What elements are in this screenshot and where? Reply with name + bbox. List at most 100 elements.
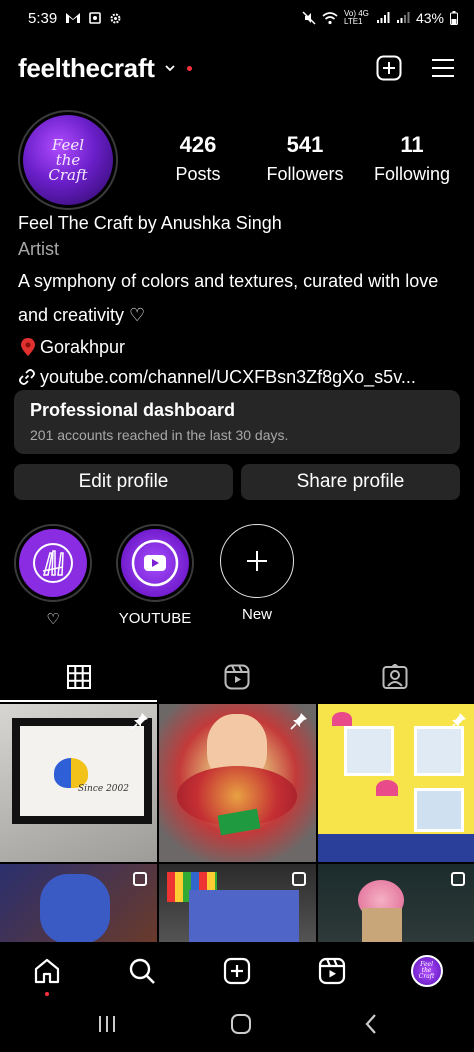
gmail-icon: [66, 13, 81, 23]
stat-posts[interactable]: 426 Posts: [150, 132, 246, 185]
nav-profile[interactable]: Feel the Craft: [410, 954, 444, 988]
share-profile-button[interactable]: Share profile: [241, 464, 460, 500]
battery-percent: 43%: [415, 10, 444, 26]
hamburger-menu-icon: [432, 59, 454, 77]
menu-button[interactable]: [430, 55, 456, 81]
settings-gear-icon: [110, 13, 121, 23]
profile-avatar-small: Feel the Craft: [410, 955, 443, 987]
highlight-cover: [19, 529, 87, 597]
profile-avatar[interactable]: Feel the Craft: [18, 110, 118, 210]
highlight-label: YOUTUBE: [118, 610, 192, 627]
stat-label: Following: [373, 164, 451, 184]
status-time: 5:39: [28, 9, 58, 27]
pin-icon: [131, 713, 148, 730]
status-right: Vo) 4G LTE1 43%: [302, 10, 458, 26]
post-thumbnail[interactable]: [159, 704, 316, 862]
story-highlights: ♡ YOUTUBE New: [14, 524, 296, 628]
home-icon: [35, 958, 60, 984]
wifi-icon: [322, 11, 338, 24]
back-chevron-icon: [365, 1013, 376, 1034]
post-thumbnail[interactable]: [0, 864, 157, 944]
tagged-person-icon: [382, 664, 408, 689]
post-thumbnail[interactable]: [159, 864, 316, 944]
dashboard-subtitle: 201 accounts reached in the last 30 days…: [30, 427, 289, 443]
nav-home[interactable]: [30, 954, 64, 996]
battery-icon: [450, 11, 458, 25]
new-highlight-button[interactable]: New: [218, 524, 296, 628]
nav-reels[interactable]: [315, 954, 349, 988]
frame-text: Since 2002: [78, 784, 129, 794]
highlight-cover: [121, 529, 189, 597]
status-left: 5:39: [28, 10, 122, 27]
painting-canvas: [189, 890, 299, 944]
mirror-tile: [414, 788, 464, 832]
stat-following[interactable]: 11 Following: [364, 132, 460, 185]
system-navigation: [0, 1000, 474, 1052]
stat-label: Posts: [175, 164, 221, 184]
nav-create[interactable]: [220, 954, 254, 988]
pin-icon: [449, 713, 466, 730]
blue-border: [318, 834, 474, 862]
create-button[interactable]: [376, 55, 402, 81]
stat-followers[interactable]: 541 Followers: [257, 132, 353, 185]
home-system-button[interactable]: [230, 1013, 252, 1040]
header-actions: [376, 55, 456, 81]
edit-profile-button[interactable]: Edit profile: [14, 464, 233, 500]
nav-search[interactable]: [125, 954, 159, 988]
shiva-painting: [40, 874, 110, 944]
mirror-tile: [344, 726, 394, 776]
profile-action-buttons: Edit profile Share profile: [14, 464, 460, 500]
highlight-label: New: [241, 606, 272, 623]
recent-apps-button[interactable]: [96, 1014, 118, 1039]
post-thumbnail[interactable]: [318, 704, 474, 862]
bottom-navigation: Feel the Craft: [0, 942, 474, 1000]
bio-location: Gorakhpur: [18, 334, 456, 360]
network-label: Vo) 4G LTE1: [343, 9, 369, 26]
notification-dot: [45, 992, 50, 996]
username: feelthecraft: [18, 52, 155, 83]
carousel-icon: [451, 872, 465, 886]
avatar-image: Feel the Craft: [23, 115, 113, 205]
reels-icon: [318, 957, 345, 985]
bio-text: A symphony of colors and textures, curat…: [18, 271, 439, 325]
mute-icon: [302, 11, 316, 25]
stat-value: 426: [179, 132, 217, 157]
posts-grid: Since 2002: [0, 704, 474, 944]
app-notification-icon: [89, 12, 102, 24]
professional-dashboard[interactable]: Professional dashboard 201 accounts reac…: [14, 390, 460, 454]
avatar-logo-text: Feel the Craft: [418, 961, 435, 980]
content-tabs: [0, 652, 474, 702]
bouquet-wrap: [362, 908, 402, 944]
plus-square-icon: [376, 55, 402, 81]
profile-stats: 426 Posts 541 Followers 11 Following: [150, 132, 460, 185]
notification-dot: [186, 65, 192, 71]
back-button[interactable]: [364, 1013, 378, 1040]
photo-frame: Since 2002: [12, 718, 152, 824]
youtube-play-icon: [131, 539, 179, 587]
dashboard-title: Professional dashboard: [30, 400, 236, 420]
tab-reels[interactable]: [158, 652, 316, 702]
lotus-motif: [376, 780, 398, 796]
profile-bio: Feel The Craft by Anushka Singh Artist A…: [18, 210, 456, 390]
tab-tagged[interactable]: [316, 652, 474, 702]
highlight-item-youtube[interactable]: YOUTUBE: [116, 524, 194, 628]
plus-icon: [247, 551, 267, 571]
plus-square-icon: [223, 957, 251, 985]
post-thumbnail[interactable]: [318, 864, 474, 944]
tab-posts-grid[interactable]: [0, 652, 158, 702]
category-label: Artist: [18, 239, 60, 259]
highlight-item[interactable]: ♡: [14, 524, 92, 628]
search-icon: [129, 958, 156, 984]
bio-link[interactable]: youtube.com/channel/UCXFBsn3Zf8gXo_s5v..…: [18, 364, 456, 390]
carousel-icon: [292, 872, 306, 886]
highlight-ring: [14, 524, 92, 602]
stat-value: 541: [286, 132, 324, 157]
art-tools-icon: [33, 543, 73, 583]
post-thumbnail[interactable]: Since 2002: [0, 704, 157, 862]
highlight-ring: [116, 524, 194, 602]
location-text: Gorakhpur: [40, 337, 126, 357]
lotus-motif: [332, 712, 352, 726]
account-switcher[interactable]: feelthecraft: [18, 53, 192, 84]
location-pin-icon: [21, 338, 35, 356]
carousel-icon: [133, 872, 147, 886]
